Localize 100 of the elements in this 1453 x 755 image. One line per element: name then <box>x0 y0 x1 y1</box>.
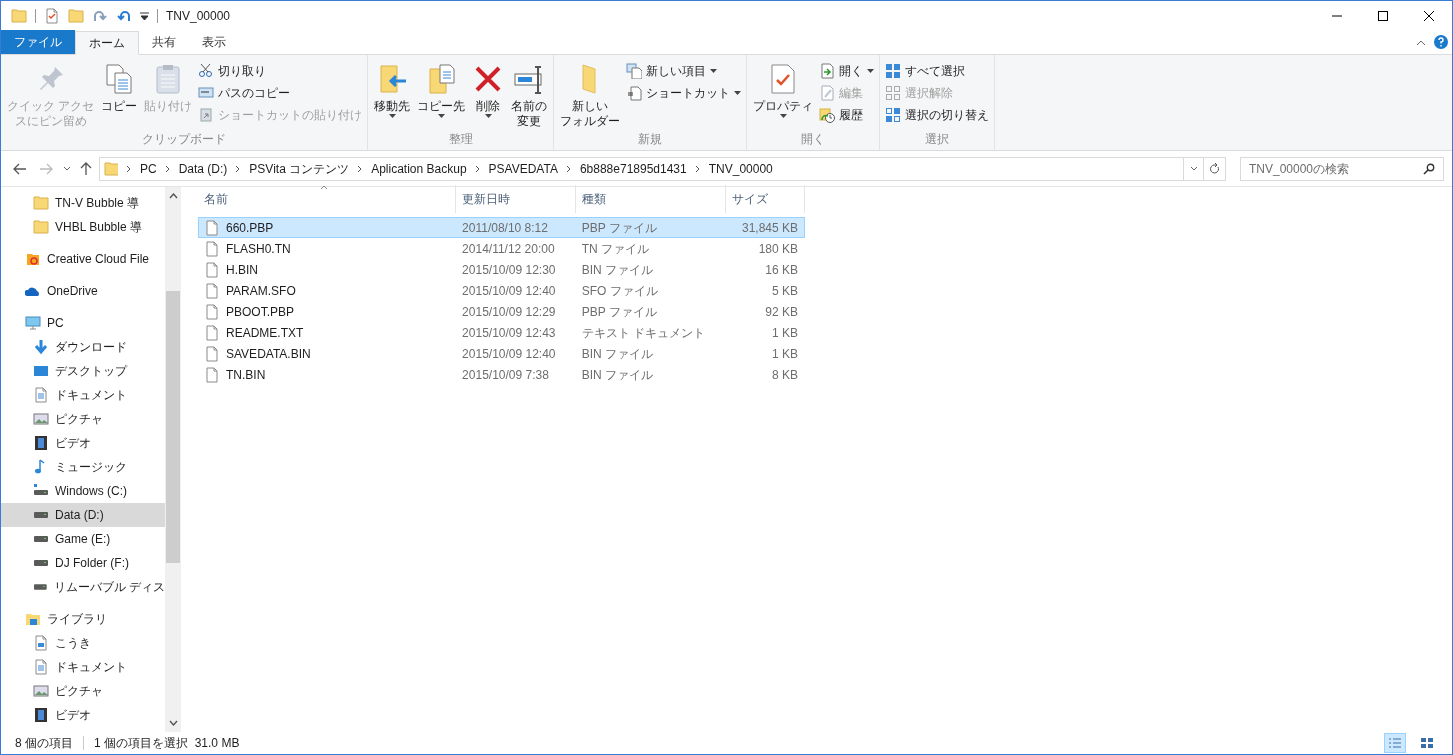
file-row[interactable]: README.TXT 2015/10/09 12:43 テキスト ドキュメント 1 KB <box>198 322 805 343</box>
sidebar-item[interactable]: ピクチャ <box>1 679 165 703</box>
edit-icon <box>819 85 836 101</box>
ribbon-tab[interactable]: ホーム <box>75 31 139 55</box>
file-row[interactable]: TN.BIN 2015/10/09 7:38 BIN ファイル 8 KB <box>198 364 805 385</box>
sidebar-item[interactable]: こうき <box>1 631 165 655</box>
search-box[interactable]: TNV_00000の検索 <box>1240 156 1444 181</box>
file-row[interactable]: H.BIN 2015/10/09 12:30 BIN ファイル 16 KB <box>198 259 805 280</box>
collapse-ribbon-icon[interactable] <box>1416 40 1426 46</box>
ribbon-button[interactable]: プロパティ <box>750 59 817 118</box>
help-icon[interactable] <box>1434 35 1448 49</box>
file-row[interactable]: PBOOT.PBP 2015/10/09 12:29 PBP ファイル 92 KB <box>198 301 805 322</box>
recent-locations-icon[interactable] <box>63 166 71 171</box>
group-label: 選択 <box>924 131 951 148</box>
column-header[interactable]: サイズ <box>726 185 805 213</box>
close-icon <box>1424 11 1434 21</box>
scrollbar-thumb[interactable] <box>166 291 180 563</box>
sidebar-item[interactable]: ビデオ <box>1 431 165 455</box>
sidebar-item[interactable]: Creative Cloud File <box>1 247 165 271</box>
table-cell-text: 16 KB <box>764 261 799 279</box>
sidebar-item[interactable]: Game (E:) <box>1 527 165 551</box>
sidebar-item[interactable]: ミュージック <box>1 455 165 479</box>
sidebar-item[interactable]: TN-V Bubble 導 <box>1 191 165 215</box>
ribbon-button[interactable]: パスのコピー <box>196 83 365 103</box>
table-cell-text: PBP ファイル <box>580 219 658 237</box>
ribbon-tab[interactable]: 表示 <box>189 30 239 54</box>
sidebar-item[interactable]: ビデオ <box>1 703 165 727</box>
sidebar-item[interactable]: DJ Folder (F:) <box>1 551 165 575</box>
file-icon <box>204 366 220 383</box>
file-row[interactable]: 660.PBP 2011/08/10 8:12 PBP ファイル 31,845 KB <box>198 217 805 238</box>
sidebar-item[interactable]: ピクチャ <box>1 407 165 431</box>
sidebar-item[interactable]: リムーバブル ディス <box>1 575 165 599</box>
chevron-icon <box>357 164 364 173</box>
sidebar-item[interactable]: ダウンロード <box>1 335 165 359</box>
breadcrumb[interactable]: 6b888e71895d1431 <box>579 159 687 178</box>
sidebar-item[interactable]: OneDrive <box>1 279 165 303</box>
ribbon-button[interactable]: 選択の切り替え <box>883 105 992 125</box>
ribbon-button[interactable]: 名前の 変更 <box>508 59 551 129</box>
back-icon[interactable] <box>13 162 27 175</box>
address-field[interactable]: PC Data (D:) PSVita コンテンツ Aplication Backup PSAVEDATA 6b888e71895d1431 TNV_00000 <box>99 156 1226 181</box>
properties-icon[interactable] <box>44 8 60 24</box>
ribbon-button[interactable]: ショートカット <box>624 83 744 103</box>
folder-icon <box>104 160 118 177</box>
redo-icon[interactable] <box>92 8 108 24</box>
breadcrumb[interactable]: PC <box>140 159 157 178</box>
shortcut-icon <box>198 107 215 123</box>
ribbon-button[interactable]: 履歴 <box>817 105 877 125</box>
ribbon-tab[interactable]: ファイル <box>1 30 75 54</box>
ribbon-button[interactable]: すべて選択 <box>883 61 992 81</box>
file-row[interactable]: PARAM.SFO 2015/10/09 12:40 SFO ファイル 5 KB <box>198 280 805 301</box>
column-header[interactable]: 名前 <box>198 185 456 213</box>
scroll-up-icon[interactable] <box>168 193 178 199</box>
ribbon-button[interactable]: 移動先 <box>371 59 414 118</box>
ribbon-button[interactable]: 開く <box>817 61 877 81</box>
ribbon-button[interactable]: 新しい項目 <box>624 61 744 81</box>
ribbon-button[interactable]: コピー <box>98 59 141 114</box>
sidebar-item[interactable]: デスクトップ <box>1 359 165 383</box>
sidebar-item[interactable]: PC <box>1 311 165 335</box>
breadcrumb[interactable]: Data (D:) <box>178 159 228 178</box>
file-row[interactable]: SAVEDATA.BIN 2015/10/09 12:40 BIN ファイル 1 KB <box>198 343 805 364</box>
sidebar-item[interactable]: ドキュメント <box>1 383 165 407</box>
breadcrumb[interactable]: PSAVEDATA <box>488 159 558 178</box>
up-icon[interactable] <box>80 161 92 176</box>
table-cell-text: 180 KB <box>757 240 799 258</box>
sidebar-item[interactable]: Data (D:) <box>1 503 165 527</box>
chevron-icon <box>565 164 572 173</box>
file-name: README.TXT <box>226 324 304 342</box>
document-icon <box>33 635 49 651</box>
scissors-icon <box>198 63 215 79</box>
download-icon <box>33 339 49 355</box>
refresh-icon[interactable] <box>1209 162 1220 175</box>
ribbon-tab[interactable]: 共有 <box>139 30 189 54</box>
column-header[interactable]: 更新日時 <box>456 185 576 213</box>
breadcrumb[interactable]: PSVita コンテンツ <box>249 159 350 178</box>
shortcut-icon <box>626 85 643 101</box>
ribbon-button[interactable]: 切り取り <box>196 61 365 81</box>
chevron-icon <box>235 164 242 173</box>
undo-icon[interactable] <box>116 8 132 24</box>
picture-icon <box>33 683 49 699</box>
drive-icon <box>34 512 48 518</box>
select-all-icon <box>885 63 902 79</box>
ribbon-button[interactable]: コピー先 <box>414 59 469 118</box>
sidebar-item[interactable]: Windows (C:) <box>1 479 165 503</box>
file-row[interactable]: FLASH0.TN 2014/11/12 20:00 TN ファイル 180 KB <box>198 238 805 259</box>
scroll-down-icon[interactable] <box>168 720 178 726</box>
table-cell-text: 92 KB <box>764 303 799 321</box>
search-input[interactable]: TNV_00000の検索 <box>1249 159 1423 178</box>
sidebar-item[interactable]: ドキュメント <box>1 655 165 679</box>
dropdown-icon[interactable] <box>1189 166 1198 171</box>
ribbon-button[interactable]: 新しい フォルダー <box>557 59 624 129</box>
customize-icon[interactable] <box>140 12 149 20</box>
group-label: 整理 <box>447 131 474 148</box>
sidebar-item[interactable]: ライブラリ <box>1 607 165 631</box>
breadcrumb[interactable]: TNV_00000 <box>708 159 773 178</box>
table-cell-text: 2015/10/09 12:30 <box>461 261 557 279</box>
sidebar-item[interactable]: VHBL Bubble 導 <box>1 215 165 239</box>
table-cell-text: 2011/08/10 8:12 <box>461 219 549 237</box>
column-header[interactable]: 種類 <box>576 185 726 213</box>
ribbon-button[interactable]: 削除 <box>469 59 508 118</box>
breadcrumb[interactable]: Aplication Backup <box>371 159 467 178</box>
